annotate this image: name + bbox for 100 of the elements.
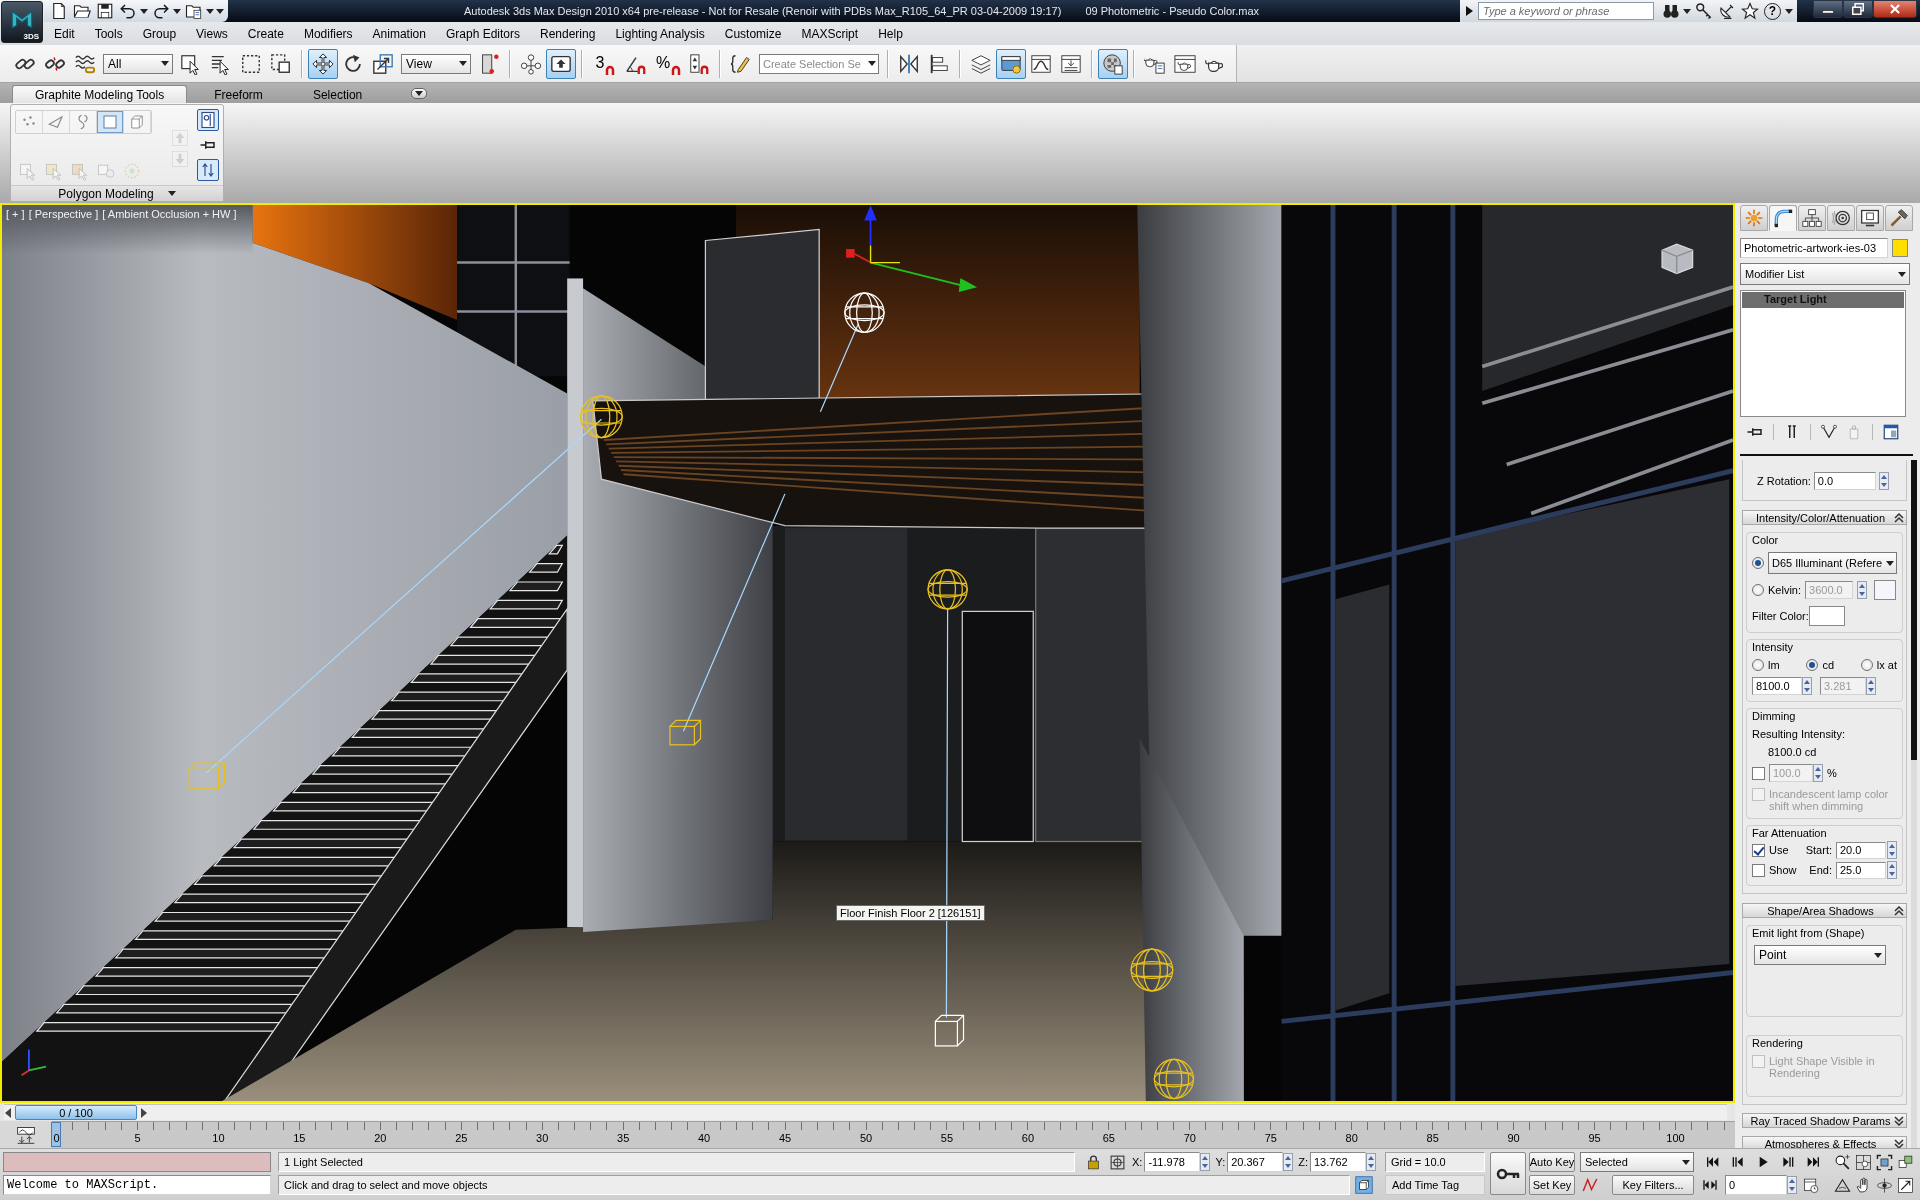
- stack-item[interactable]: Target Light: [1742, 292, 1904, 308]
- monitor-icon[interactable]: [1856, 205, 1884, 231]
- coordinate-field[interactable]: -11.978: [1144, 1152, 1201, 1172]
- caret-icon[interactable]: [1886, 560, 1895, 566]
- checkbox[interactable]: [1752, 863, 1765, 877]
- caret-icon[interactable]: [1898, 271, 1906, 277]
- square-icon[interactable]: [97, 111, 124, 133]
- zoom-extents-icon[interactable]: [1874, 1152, 1895, 1172]
- double-chevron-up-icon[interactable]: [1894, 512, 1904, 523]
- left-arrow-icon[interactable]: [4, 1107, 12, 1118]
- spinner-arrows-icon[interactable]: [1878, 472, 1889, 490]
- caret-icon[interactable]: [216, 8, 224, 14]
- key-set-dropdown[interactable]: Selected: [1580, 1152, 1694, 1172]
- scrollbar[interactable]: [1911, 460, 1917, 1148]
- menu-item[interactable]: Customize: [714, 23, 792, 44]
- spinner-arrows-icon[interactable]: [1787, 1176, 1797, 1194]
- object-name-field[interactable]: Photometric-artwork-ies-03: [1740, 238, 1888, 258]
- ribbon-tab[interactable]: Selection: [289, 85, 386, 103]
- radio-button[interactable]: [1752, 557, 1764, 569]
- caret-icon[interactable]: [140, 8, 148, 14]
- view-cube-icon[interactable]: [1661, 243, 1694, 275]
- set-key-button[interactable]: Set Key: [1529, 1175, 1575, 1195]
- modifier-stack-list[interactable]: Target Light: [1740, 290, 1906, 417]
- filter-color-swatch[interactable]: [1808, 606, 1845, 626]
- panel-toggle-icon[interactable]: [197, 109, 219, 131]
- restore-icon[interactable]: [1843, 0, 1873, 18]
- spinner-arrows-icon[interactable]: [1866, 677, 1876, 695]
- key-icon[interactable]: [1693, 1, 1714, 21]
- menu-item[interactable]: Lighting Analysis: [605, 23, 715, 44]
- caret-icon[interactable]: [206, 8, 214, 14]
- coordinate-field[interactable]: 13.762: [1310, 1152, 1366, 1172]
- attenuation-field[interactable]: 20.0: [1836, 841, 1886, 859]
- menu-item[interactable]: Tools: [84, 23, 133, 44]
- maxscript-output-field[interactable]: Welcome to MAXScript.: [3, 1175, 271, 1195]
- modifier-list-dropdown[interactable]: Modifier List: [1740, 263, 1910, 285]
- menu-item[interactable]: Views: [186, 23, 238, 44]
- coordinate-field[interactable]: 20.367: [1227, 1152, 1284, 1172]
- four-arrows-icon[interactable]: [308, 48, 338, 79]
- rollout-header[interactable]: Intensity/Color/Attenuation: [1742, 510, 1907, 525]
- current-frame-marker[interactable]: [51, 1122, 61, 1147]
- light-preset-dropdown[interactable]: D65 Illuminant (Refere: [1768, 552, 1897, 574]
- time-slider-track[interactable]: 0 / 100: [4, 1104, 1727, 1120]
- caret-icon[interactable]: [1785, 8, 1793, 14]
- close-icon[interactable]: [1873, 0, 1917, 18]
- menu-item[interactable]: Animation: [362, 23, 436, 44]
- up-down-arrows-icon[interactable]: [197, 159, 219, 181]
- caret-icon[interactable]: [1874, 952, 1882, 958]
- spinner-arrows-icon[interactable]: [1887, 861, 1897, 879]
- caret-icon[interactable]: [167, 191, 176, 196]
- search-field[interactable]: Type a keyword or phrase: [1478, 2, 1654, 20]
- hammer-icon[interactable]: [1885, 205, 1913, 231]
- menu-item[interactable]: Rendering: [530, 23, 606, 44]
- frame-field[interactable]: 0: [1725, 1175, 1787, 1195]
- application-button[interactable]: 3DS: [1, 1, 43, 43]
- maxscript-input-field[interactable]: [3, 1152, 271, 1172]
- dropdown[interactable]: View: [401, 53, 471, 74]
- menu-item[interactable]: Modifiers: [293, 23, 363, 44]
- star-icon[interactable]: [1739, 1, 1760, 21]
- auto-key-button[interactable]: Auto Key: [1529, 1152, 1575, 1172]
- caret-icon[interactable]: [161, 61, 169, 66]
- zoom-grid-icon[interactable]: [1853, 1152, 1874, 1172]
- spinner-arrows-icon[interactable]: [1283, 1153, 1294, 1171]
- shading-mode-label[interactable]: [ Ambient Occlusion + HW ]: [102, 208, 237, 220]
- spinner-arrows-icon[interactable]: [1887, 841, 1897, 859]
- curved-arc-icon[interactable]: [1769, 205, 1797, 231]
- radio-button[interactable]: [1806, 659, 1819, 671]
- attenuation-field[interactable]: 25.0: [1836, 861, 1886, 879]
- menu-item[interactable]: Create: [237, 23, 294, 44]
- snap-toggle-button[interactable]: %: [651, 48, 684, 79]
- menu-item[interactable]: Graph Editors: [435, 23, 530, 44]
- ribbon-tab[interactable]: Freeform: [191, 85, 286, 103]
- ribbon-tab[interactable]: Graphite Modeling Tools: [12, 85, 188, 103]
- kelvin-color-swatch[interactable]: [1874, 580, 1897, 600]
- concentric-rings-icon[interactable]: [1827, 205, 1855, 231]
- rollout-header[interactable]: Ray Traced Shadow Params: [1742, 1113, 1907, 1128]
- up-arrow-box-icon[interactable]: [546, 48, 576, 79]
- double-chevron-down-icon[interactable]: [1894, 1115, 1904, 1126]
- object-color-swatch[interactable]: [1892, 239, 1908, 257]
- spinner-arrows-icon[interactable]: [1813, 764, 1823, 782]
- minimize-icon[interactable]: [1813, 0, 1843, 18]
- menu-item[interactable]: Help: [868, 23, 913, 44]
- crosshair-box-icon[interactable]: [1107, 1152, 1127, 1172]
- orbit-icon[interactable]: [1874, 1175, 1895, 1195]
- right-arrow-icon[interactable]: [140, 1107, 148, 1118]
- time-tag-button[interactable]: Add Time Tag: [1385, 1175, 1485, 1195]
- hierarchy-tree-icon[interactable]: [1798, 205, 1826, 231]
- radio-button[interactable]: [1752, 659, 1764, 671]
- double-chevron-up-icon[interactable]: [1894, 905, 1904, 916]
- zoom-icon[interactable]: [1832, 1152, 1853, 1172]
- caret-icon[interactable]: [411, 88, 428, 99]
- key-filters-button[interactable]: Key Filters...: [1612, 1175, 1694, 1195]
- play-arrow-icon[interactable]: [1464, 5, 1474, 17]
- spinner-arrows-icon[interactable]: [1366, 1153, 1376, 1171]
- track-bar[interactable]: 0 5 10 15 20 25 30 35 40 45 50 55 60 65 70 75 80 85 90 95 100: [52, 1121, 1735, 1148]
- viewport-menu-label[interactable]: [ + ]: [6, 208, 25, 220]
- double-chevron-down-icon[interactable]: [1894, 1138, 1904, 1149]
- maximize-viewport-icon[interactable]: [1895, 1175, 1916, 1195]
- caret-icon[interactable]: [1683, 8, 1691, 14]
- rotation-field[interactable]: 0.0: [1813, 472, 1876, 490]
- rollout-header[interactable]: Shape/Area Shadows: [1742, 903, 1907, 918]
